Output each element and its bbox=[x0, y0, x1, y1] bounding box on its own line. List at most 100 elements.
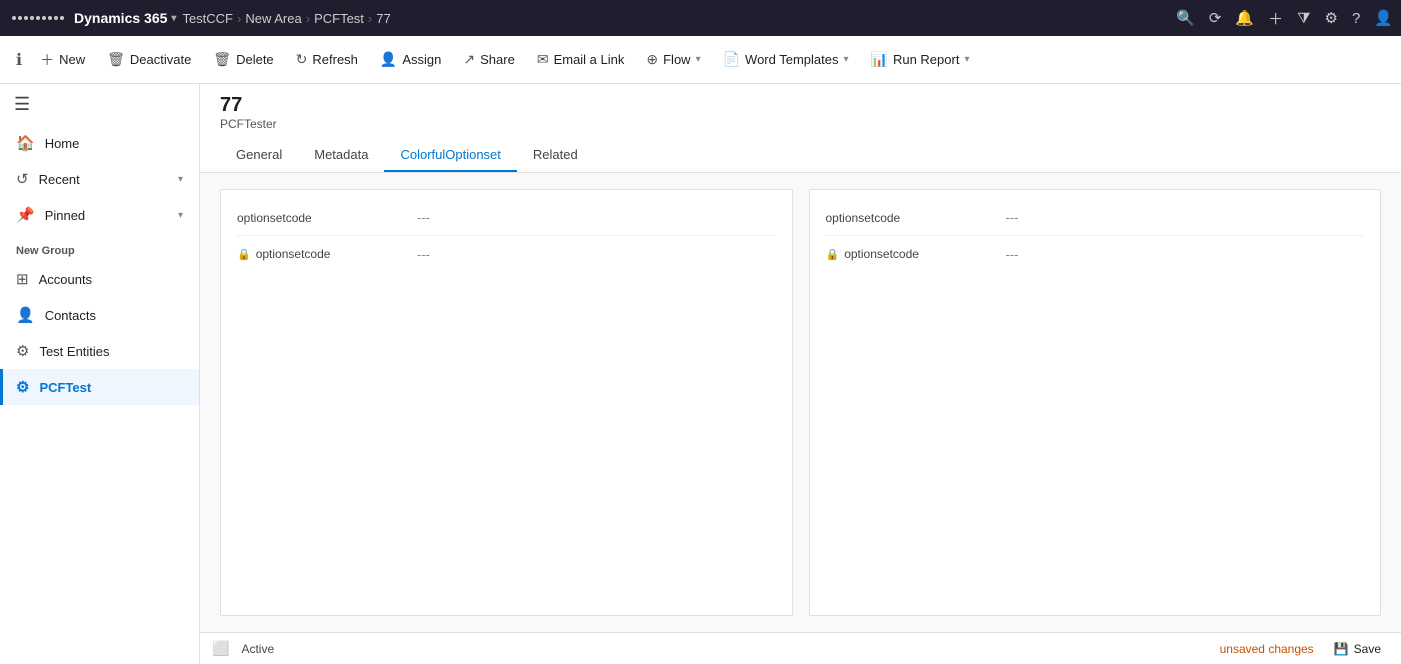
word-templates-chevron: ▾ bbox=[843, 54, 848, 65]
email-icon: ✉ bbox=[537, 51, 549, 68]
field-label-1: optionsetcode bbox=[237, 211, 417, 225]
deactivate-button[interactable]: 🗑 Deactivate bbox=[97, 45, 201, 74]
table-row: optionsetcode --- bbox=[237, 200, 776, 236]
lock-icon-2: 🔒 bbox=[826, 248, 840, 261]
word-templates-button[interactable]: 📄 Word Templates ▾ bbox=[713, 45, 859, 74]
assign-icon: 👤 bbox=[380, 51, 397, 68]
field-label-2: 🔒 optionsetcode bbox=[237, 247, 417, 261]
sidebar-item-pinned[interactable]: 📌 Pinned ▾ bbox=[0, 197, 199, 233]
field-name-2: optionsetcode bbox=[256, 247, 331, 261]
top-nav-icons: 🔍 ⟳ 🔔 ＋ ⧩ ⚙ ? 👤 bbox=[1176, 8, 1393, 29]
share-button[interactable]: ↗ Share bbox=[453, 45, 524, 74]
sidebar-section-label: New Group bbox=[0, 233, 199, 261]
sidebar-item-test-entities[interactable]: ⚙ Test Entities bbox=[0, 333, 199, 369]
record-subtitle: PCFTester bbox=[220, 117, 1381, 131]
sidebar-item-home[interactable]: 🏠 Home bbox=[0, 125, 199, 161]
info-icon[interactable]: ℹ bbox=[10, 44, 28, 76]
help-icon[interactable]: ? bbox=[1352, 10, 1360, 27]
brand-chevron: ▾ bbox=[171, 13, 176, 24]
home-icon: 🏠 bbox=[16, 134, 35, 152]
sidebar-toggle[interactable]: ☰ bbox=[0, 84, 199, 125]
sidebar: ☰ 🏠 Home ↺ Recent ▾ 📌 Pinned ▾ New Group… bbox=[0, 84, 200, 664]
right-section: optionsetcode --- 🔒 optionsetcode --- bbox=[809, 189, 1382, 616]
breadcrumb-77[interactable]: 77 bbox=[376, 11, 390, 26]
deactivate-icon: 🗑 bbox=[107, 51, 125, 68]
left-section: optionsetcode --- 🔒 optionsetcode --- bbox=[220, 189, 793, 616]
sidebar-home-label: Home bbox=[45, 136, 80, 151]
test-entities-icon: ⚙ bbox=[16, 342, 29, 360]
tabs: General Metadata ColorfulOptionset Relat… bbox=[220, 139, 1381, 172]
pcftest-icon: ⚙ bbox=[16, 378, 29, 396]
table-row: optionsetcode --- bbox=[826, 200, 1365, 236]
main-content: 77 PCFTester General Metadata ColorfulOp… bbox=[200, 84, 1401, 664]
refresh-button[interactable]: ↻ Refresh bbox=[286, 45, 368, 74]
accounts-icon: ⊞ bbox=[16, 270, 29, 288]
field-name-1: optionsetcode bbox=[237, 211, 312, 225]
lock-icon-1: 🔒 bbox=[237, 248, 251, 261]
add-icon[interactable]: ＋ bbox=[1268, 8, 1283, 29]
form-area: optionsetcode --- 🔒 optionsetcode --- op… bbox=[200, 173, 1401, 632]
unsaved-changes-label: unsaved changes bbox=[1220, 642, 1314, 656]
pinned-chevron: ▾ bbox=[178, 210, 183, 221]
share-icon: ↗ bbox=[463, 51, 475, 68]
sidebar-item-contacts[interactable]: 👤 Contacts bbox=[0, 297, 199, 333]
save-button[interactable]: 💾 Save bbox=[1326, 638, 1389, 660]
contacts-icon: 👤 bbox=[16, 306, 35, 324]
tab-related[interactable]: Related bbox=[517, 139, 594, 172]
field-name-3: optionsetcode bbox=[826, 211, 901, 225]
expand-icon[interactable]: ⬜ bbox=[212, 640, 229, 657]
flow-chevron: ▾ bbox=[696, 54, 701, 65]
sidebar-item-accounts[interactable]: ⊞ Accounts bbox=[0, 261, 199, 297]
run-report-button[interactable]: 📊 Run Report ▾ bbox=[861, 45, 980, 74]
field-value-4: --- bbox=[1006, 247, 1019, 262]
delete-icon: 🗑 bbox=[213, 51, 231, 68]
new-icon: ＋ bbox=[40, 50, 54, 70]
flow-button[interactable]: ⊕ Flow ▾ bbox=[636, 45, 710, 74]
app-grid-icon[interactable] bbox=[8, 12, 68, 24]
breadcrumb: TestCCF › New Area › PCFTest › 77 bbox=[182, 11, 390, 26]
sidebar-item-pcftest[interactable]: ⚙ PCFTest bbox=[0, 369, 199, 405]
breadcrumb-newarea[interactable]: New Area bbox=[245, 11, 301, 26]
new-button[interactable]: ＋ New bbox=[30, 44, 95, 76]
search-icon[interactable]: 🔍 bbox=[1176, 9, 1195, 27]
record-title: 77 bbox=[220, 94, 1381, 117]
email-link-button[interactable]: ✉ Email a Link bbox=[527, 45, 635, 74]
brand-label: Dynamics 365 bbox=[74, 10, 167, 26]
word-templates-icon: 📄 bbox=[723, 51, 740, 68]
filter-icon[interactable]: ⧩ bbox=[1297, 10, 1310, 27]
tab-general[interactable]: General bbox=[220, 139, 298, 172]
settings-icon[interactable]: ⚙ bbox=[1325, 9, 1338, 27]
table-row: 🔒 optionsetcode --- bbox=[826, 236, 1365, 272]
field-name-4: optionsetcode bbox=[844, 247, 919, 261]
tab-colorfuloptionset[interactable]: ColorfulOptionset bbox=[384, 139, 516, 172]
record-header: 77 PCFTester General Metadata ColorfulOp… bbox=[200, 84, 1401, 173]
sidebar-accounts-label: Accounts bbox=[39, 272, 92, 287]
field-label-3: optionsetcode bbox=[826, 211, 1006, 225]
refresh-icon[interactable]: ⟳ bbox=[1209, 9, 1222, 27]
top-nav: Dynamics 365 ▾ TestCCF › New Area › PCFT… bbox=[0, 0, 1401, 36]
sidebar-item-recent[interactable]: ↺ Recent ▾ bbox=[0, 161, 199, 197]
sidebar-pinned-label: Pinned bbox=[45, 208, 85, 223]
field-value-3: --- bbox=[1006, 210, 1019, 225]
status-badge: Active bbox=[241, 642, 274, 656]
sidebar-recent-label: Recent bbox=[39, 172, 80, 187]
pin-icon: 📌 bbox=[16, 206, 35, 224]
refresh-toolbar-icon: ↻ bbox=[296, 51, 308, 68]
tab-metadata[interactable]: Metadata bbox=[298, 139, 384, 172]
run-report-chevron: ▾ bbox=[964, 54, 969, 65]
assign-button[interactable]: 👤 Assign bbox=[370, 45, 451, 74]
breadcrumb-testccf[interactable]: TestCCF bbox=[182, 11, 233, 26]
flow-icon: ⊕ bbox=[646, 51, 658, 68]
table-row: 🔒 optionsetcode --- bbox=[237, 236, 776, 272]
notification-icon[interactable]: 🔔 bbox=[1235, 9, 1254, 27]
recent-chevron: ▾ bbox=[178, 174, 183, 185]
brand[interactable]: Dynamics 365 ▾ bbox=[74, 10, 176, 26]
recent-icon: ↺ bbox=[16, 170, 29, 188]
breadcrumb-pcftest[interactable]: PCFTest bbox=[314, 11, 364, 26]
field-value-2: --- bbox=[417, 247, 430, 262]
delete-button[interactable]: 🗑 Delete bbox=[203, 45, 283, 74]
sidebar-test-entities-label: Test Entities bbox=[39, 344, 109, 359]
user-icon[interactable]: 👤 bbox=[1374, 9, 1393, 27]
toolbar: ℹ ＋ New 🗑 Deactivate 🗑 Delete ↻ Refresh … bbox=[0, 36, 1401, 84]
layout: ☰ 🏠 Home ↺ Recent ▾ 📌 Pinned ▾ New Group… bbox=[0, 84, 1401, 664]
